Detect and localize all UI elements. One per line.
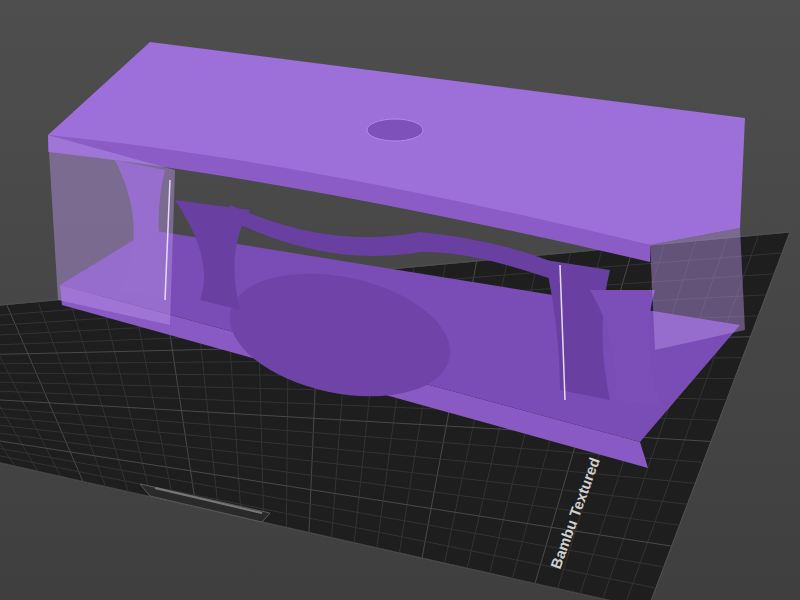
plate-label: Bambu Textured: [547, 455, 603, 571]
scene[interactable]: Bambu Textured: [0, 0, 800, 600]
model[interactable]: [48, 42, 745, 468]
grid-line: [0, 448, 656, 588]
grid-line: [0, 456, 648, 600]
viewport[interactable]: Bambu Textured: [0, 0, 800, 600]
